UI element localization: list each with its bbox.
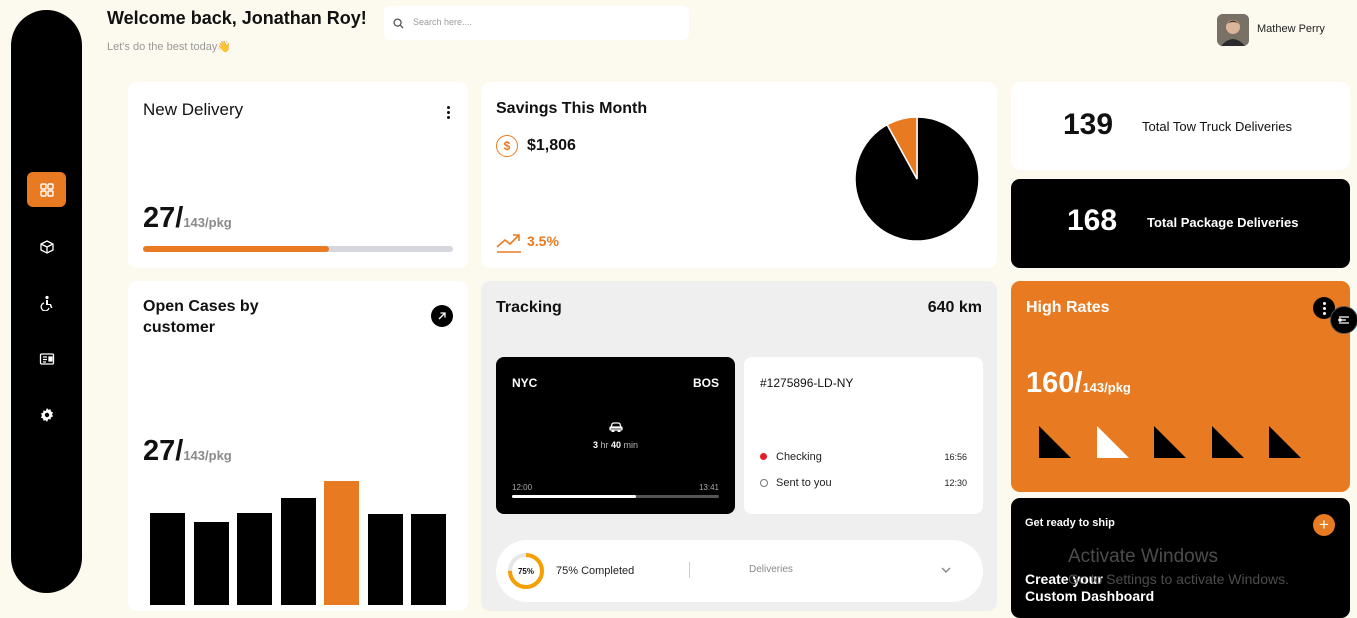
wave-emoji: 👋 (217, 41, 232, 53)
more-options-icon[interactable] (447, 106, 450, 121)
activate-windows-heading: Activate Windows (1068, 546, 1218, 567)
page-subtitle: Let's do the best today👋 (107, 41, 232, 53)
high-rates-count: 160/143/pkg (1026, 367, 1131, 399)
completion-label: 75% Completed (556, 565, 635, 577)
package-box-icon (39, 239, 54, 254)
search-placeholder: Search here.... (413, 17, 473, 27)
ship-title: Get ready to ship (1025, 517, 1115, 529)
filter-toggle-button[interactable] (1330, 306, 1357, 334)
new-delivery-card: New Delivery 27/143/pkg (128, 82, 468, 268)
package-count: 168 (1067, 204, 1118, 237)
rate-indicator-triangle (1039, 426, 1071, 458)
open-cases-link-button[interactable] (431, 305, 453, 327)
rate-indicator-triangle (1211, 426, 1244, 458)
case-bar (150, 513, 185, 605)
completion-percent: 75% (517, 567, 534, 576)
activate-windows-subtext: Go to Settings to activate Windows. (1068, 571, 1289, 587)
event-status-dot (760, 453, 767, 460)
nav-dashboard[interactable] (27, 172, 66, 207)
divider (689, 562, 690, 578)
open-cases-card: Open Cases by customer 27/143/pkg (128, 281, 468, 611)
case-bar (280, 498, 316, 605)
dollar-icon: $ (496, 135, 518, 157)
completion-bar[interactable]: 75% 75% Completed Deliveries (496, 540, 983, 602)
new-delivery-count: 27/143/pkg (143, 202, 232, 234)
more-options-icon (1323, 302, 1326, 317)
case-bar (193, 521, 229, 605)
delivery-progress-bar (143, 246, 453, 252)
event-time: 16:56 (944, 452, 967, 462)
id-card-icon (39, 352, 54, 365)
new-delivery-title: New Delivery (143, 100, 244, 119)
event-label: Sent to you (776, 477, 832, 489)
settings-gear-icon (40, 407, 53, 422)
case-bar (324, 481, 359, 605)
plus-icon: + (1319, 515, 1329, 534)
tracking-card: Tracking 640 km NYC BOS 3 hr 40 min 12:0… (481, 281, 997, 611)
event-time: 12:30 (944, 478, 967, 488)
sidebar (11, 10, 82, 593)
user-name[interactable]: Mathew Perry (1257, 23, 1325, 35)
event-label: Checking (776, 451, 822, 463)
nav-accessibility[interactable] (27, 285, 66, 320)
tow-truck-stat-card: 139 Total Tow Truck Deliveries (1011, 82, 1350, 170)
package-label: Total Package Deliveries (1147, 215, 1299, 230)
route-destination: BOS (692, 376, 719, 390)
open-cases-count: 27/143/pkg (143, 435, 232, 467)
rate-indicator-triangle (1154, 426, 1186, 458)
case-bar (411, 514, 446, 605)
shipment-card[interactable]: #1275896-LD-NY Checking 16:56 Sent to you 1… (744, 357, 983, 514)
case-bar (237, 513, 272, 605)
car-icon (609, 422, 623, 432)
chevron-down-icon[interactable] (941, 567, 951, 574)
accessibility-icon (40, 295, 52, 311)
tracking-title: Tracking (496, 299, 562, 316)
dashboard-grid-icon (39, 182, 54, 197)
route-duration: 3 hr 40 min (592, 440, 639, 450)
tracking-distance: 640 km (927, 299, 982, 316)
package-stat-card: 168 Total Package Deliveries (1011, 179, 1350, 268)
trend-up-icon (496, 234, 521, 253)
tow-truck-count: 139 (1063, 108, 1114, 141)
shipment-id: #1275896-LD-NY (760, 376, 854, 390)
rate-indicator-triangle (1096, 426, 1129, 458)
savings-title: Savings This Month (496, 100, 648, 117)
deliveries-label: Deliveries (749, 564, 793, 575)
avatar[interactable] (1217, 14, 1249, 46)
route-origin: NYC (512, 376, 538, 390)
savings-card: Savings This Month $ $1,806 3.5% (481, 82, 997, 268)
filter-list-icon (1338, 316, 1349, 324)
page-title: Welcome back, Jonathan Roy! (107, 8, 367, 28)
high-rates-title: High Rates (1026, 299, 1110, 316)
search-input[interactable]: Search here.... (384, 6, 689, 40)
arrow-up-right-icon (438, 312, 446, 320)
route-progress-bar (512, 495, 719, 498)
case-bar (367, 514, 403, 605)
route-end-time: 13:41 (698, 483, 719, 492)
add-shipment-button[interactable]: + (1313, 514, 1335, 536)
savings-pie-chart (854, 116, 980, 242)
savings-change: 3.5% (527, 233, 559, 249)
route-start-time: 12:00 (512, 483, 533, 492)
route-card[interactable]: NYC BOS 3 hr 40 min 12:00 13:41 (496, 357, 735, 514)
search-icon (393, 18, 404, 29)
event-status-dot (760, 479, 768, 487)
tow-truck-label: Total Tow Truck Deliveries (1142, 119, 1293, 134)
nav-settings[interactable] (27, 397, 66, 432)
savings-amount: $1,806 (527, 137, 576, 154)
high-rates-card: High Rates 160/143/pkg (1011, 281, 1350, 492)
rate-indicator-triangle (1269, 426, 1301, 458)
nav-packages[interactable] (27, 229, 66, 264)
open-cases-title: Open Cases by customer (143, 298, 259, 336)
nav-id-card[interactable] (27, 341, 66, 376)
